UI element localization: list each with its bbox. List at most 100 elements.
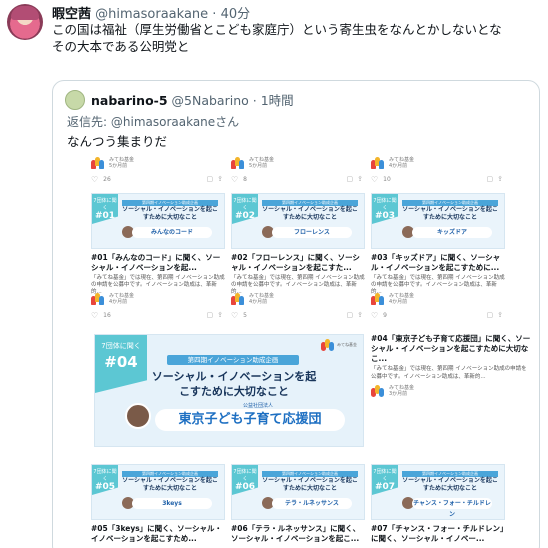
thumb-title: ソーシャル・イノベーションを起こすために大切なこと xyxy=(262,477,358,492)
featured-article-text[interactable]: #04「東京子ども子育て応援団」に聞く、ソーシャル・イノベーションを起こすために… xyxy=(371,334,531,397)
article-thumbnail[interactable]: 7団体に聞く #03 第四期イノベーション助成企画 ソーシャル・イノベーションを起… xyxy=(371,193,505,249)
article-thumbnail[interactable]: 7団体に聞く #02 第四期イノベーション助成企画 ソーシャル・イノベーションを起… xyxy=(231,193,365,249)
org-prefix: 公益社団法人 xyxy=(243,403,274,409)
heart-icon[interactable]: ♡ xyxy=(231,311,238,320)
tweet-header: 暇空茜 @himasoraakane · 40分 xyxy=(52,3,250,22)
series-tag: 7団体に聞く #02 xyxy=(232,194,258,224)
reply-icon[interactable]: ▢ xyxy=(347,175,354,183)
card-source[interactable]: みてね基金 5か月前 xyxy=(91,153,225,173)
card-actions: ▢ ⇪ xyxy=(487,311,504,319)
card-actions: ▢ ⇪ xyxy=(347,311,364,319)
org-name: フローレンス xyxy=(272,227,352,238)
heart-icon[interactable]: ♡ xyxy=(91,175,98,184)
article-thumbnail[interactable]: 7団体に聞く #06 第四期イノベーション助成企画 ソーシャル・イノベーションを起… xyxy=(231,464,365,520)
card-04b-meta: みてね基金 4か月前 ♡ 5 ▢ ⇪ xyxy=(231,289,365,320)
card-source-text: みてね基金 5か月前 xyxy=(249,157,275,169)
heart-icon[interactable]: ♡ xyxy=(371,175,378,184)
thumb-title: ソーシャル・イノベーションを起こすために大切なこと xyxy=(122,206,218,221)
card-source[interactable]: みてね基金 4か月前 xyxy=(371,153,505,173)
mitene-logo-icon xyxy=(231,293,245,305)
article-caption[interactable]: #07「チャンス・フォー・チルドレン」に聞く、ソーシャル・イノベー... xyxy=(371,524,505,544)
article-thumbnail[interactable]: 7団体に聞く #01 第四期イノベーション助成企画 ソーシャル・イノベーションを起… xyxy=(91,193,225,249)
mitene-logo-icon xyxy=(371,157,385,169)
card-likes[interactable]: ♡ 5 xyxy=(231,311,247,320)
reply-prefix: 返信先: xyxy=(67,115,108,129)
share-icon[interactable]: ⇪ xyxy=(217,175,223,183)
article-caption[interactable]: #01「みんなのコード」に聞く、ソーシャル・イノベーションを起... xyxy=(91,253,225,273)
card-source-text: みてね基金 4か月前 xyxy=(109,293,135,305)
quoted-header: nabarino-5 @5Nabarino · 1時間 xyxy=(91,90,294,109)
card-source-text: みてね基金 4か月前 xyxy=(389,293,415,305)
share-icon[interactable]: ⇪ xyxy=(357,311,363,319)
card-actions: ▢ ⇪ xyxy=(347,175,364,183)
card-source[interactable]: みてね基金 4か月前 xyxy=(91,289,225,309)
card-likes[interactable]: ♡ 10 xyxy=(371,175,391,184)
mitene-logo-icon xyxy=(371,293,385,305)
heart-icon[interactable]: ♡ xyxy=(91,311,98,320)
series-tag: 7団体に聞く #05 xyxy=(92,465,118,495)
author-avatar[interactable] xyxy=(7,4,43,40)
share-icon[interactable]: ⇪ xyxy=(497,175,503,183)
share-icon[interactable]: ⇪ xyxy=(357,175,363,183)
featured-desc: 「みてね基金」では現在、第四期 イノベーション助成の申請を公募中です。イノベーシ… xyxy=(371,366,527,380)
reply-icon[interactable]: ▢ xyxy=(487,311,494,319)
quoted-avatar[interactable] xyxy=(65,90,85,110)
card-source[interactable]: みてね基金 4か月前 xyxy=(231,289,365,309)
author-name[interactable]: 暇空茜 xyxy=(52,7,91,22)
reply-handle[interactable]: @himasoraakaneさん xyxy=(111,115,239,129)
featured-logo-text: みてね基金 xyxy=(337,342,357,347)
thumb-title: ソーシャル・イノベーションを起こすために大切なこと xyxy=(402,477,498,492)
author-handle[interactable]: @himasoraakane xyxy=(95,7,208,22)
card-actions: ▢ ⇪ xyxy=(487,175,504,183)
reply-icon[interactable]: ▢ xyxy=(347,311,354,319)
quoted-tweet[interactable]: nabarino-5 @5Nabarino · 1時間 返信先: @himaso… xyxy=(52,80,540,548)
reply-icon[interactable]: ▢ xyxy=(207,175,214,183)
card-likes[interactable]: ♡ 9 xyxy=(371,311,387,320)
article-thumbnail[interactable]: 7団体に聞く #07 第四期イノベーション助成企画 ソーシャル・イノベーションを起… xyxy=(371,464,505,520)
featured-source[interactable]: みてね基金 3か月前 xyxy=(371,385,531,397)
featured-thumb-title: ソーシャル・イノベーションを起こすために大切なこと xyxy=(151,370,317,398)
share-icon[interactable]: ⇪ xyxy=(217,311,223,319)
card-actions: ▢ ⇪ xyxy=(207,311,224,319)
featured-article-thumbnail[interactable]: 7団体に聞く #04 みてね基金 第四期イノベーション助成企画 ソーシャル・イノベ… xyxy=(94,334,364,447)
card-03-meta: みてね基金 4か月前 ♡ 10 ▢ ⇪ xyxy=(371,153,505,184)
featured-caption[interactable]: #04「東京子ども子育て応援団」に聞く、ソーシャル・イノベーションを起こすために… xyxy=(371,334,531,364)
thumb-title: ソーシャル・イノベーションを起こすために大切なこと xyxy=(262,206,358,221)
heart-icon[interactable]: ♡ xyxy=(371,311,378,320)
card-02-meta: みてね基金 5か月前 ♡ 8 ▢ ⇪ xyxy=(231,153,365,184)
reply-icon[interactable]: ▢ xyxy=(207,311,214,319)
mitene-logo-icon xyxy=(231,157,245,169)
article-caption[interactable]: #02「フローレンス」に聞く、ソーシャル・イノベーションを起こすた... xyxy=(231,253,365,273)
featured-logo: みてね基金 xyxy=(321,339,357,351)
quoted-time[interactable]: 1時間 xyxy=(261,93,294,108)
series-tag: 7団体に聞く #07 xyxy=(372,465,398,495)
heart-icon[interactable]: ♡ xyxy=(231,175,238,184)
quoted-name[interactable]: nabarino-5 xyxy=(91,93,168,108)
share-icon[interactable]: ⇪ xyxy=(497,311,503,319)
card-likes[interactable]: ♡ 26 xyxy=(91,175,111,184)
series-tag: 7団体に聞く #03 xyxy=(372,194,398,224)
series-tag: 7団体に聞く #06 xyxy=(232,465,258,495)
reply-to: 返信先: @himasoraakaneさん xyxy=(67,113,239,130)
tweet-time[interactable]: 40分 xyxy=(221,7,251,22)
card-04c-meta: みてね基金 4か月前 ♡ 9 ▢ ⇪ xyxy=(371,289,505,320)
card-likes[interactable]: ♡ 16 xyxy=(91,311,111,320)
mitene-logo-icon xyxy=(321,339,335,351)
tweet: 暇空茜 @himasoraakane · 40分 この国は福祉（厚生労働省とこど… xyxy=(0,0,548,548)
card-actions: ▢ ⇪ xyxy=(207,175,224,183)
card-01-meta: みてね基金 5か月前 ♡ 26 ▢ ⇪ xyxy=(91,153,225,184)
article-thumbnail[interactable]: 7団体に聞く #05 第四期イノベーション助成企画 ソーシャル・イノベーションを起… xyxy=(91,464,225,520)
card-likes[interactable]: ♡ 8 xyxy=(231,175,247,184)
org-name: キッズドア xyxy=(412,227,492,238)
article-caption[interactable]: #05「3keys」に聞く、ソーシャル・イノベーションを起こすため... xyxy=(91,524,225,544)
featured-org-name: 東京子ども子育て応援団 xyxy=(155,409,345,431)
reply-icon[interactable]: ▢ xyxy=(487,175,494,183)
avatar-hair xyxy=(11,6,39,20)
card-source[interactable]: みてね基金 4か月前 xyxy=(371,289,505,309)
article-caption[interactable]: #03「キッズドア」に聞く、ソーシャル・イノベーションを起こすために... xyxy=(371,253,505,273)
card-source[interactable]: みてね基金 5か月前 xyxy=(231,153,365,173)
header-separator: · xyxy=(212,7,217,22)
article-caption[interactable]: #06「テラ・ルネッサンス」に聞く、ソーシャル・イノベーションを起こ... xyxy=(231,524,365,544)
quoted-handle[interactable]: @5Nabarino xyxy=(172,93,249,108)
quoted-text: なんつう集まりだ xyxy=(67,134,168,149)
